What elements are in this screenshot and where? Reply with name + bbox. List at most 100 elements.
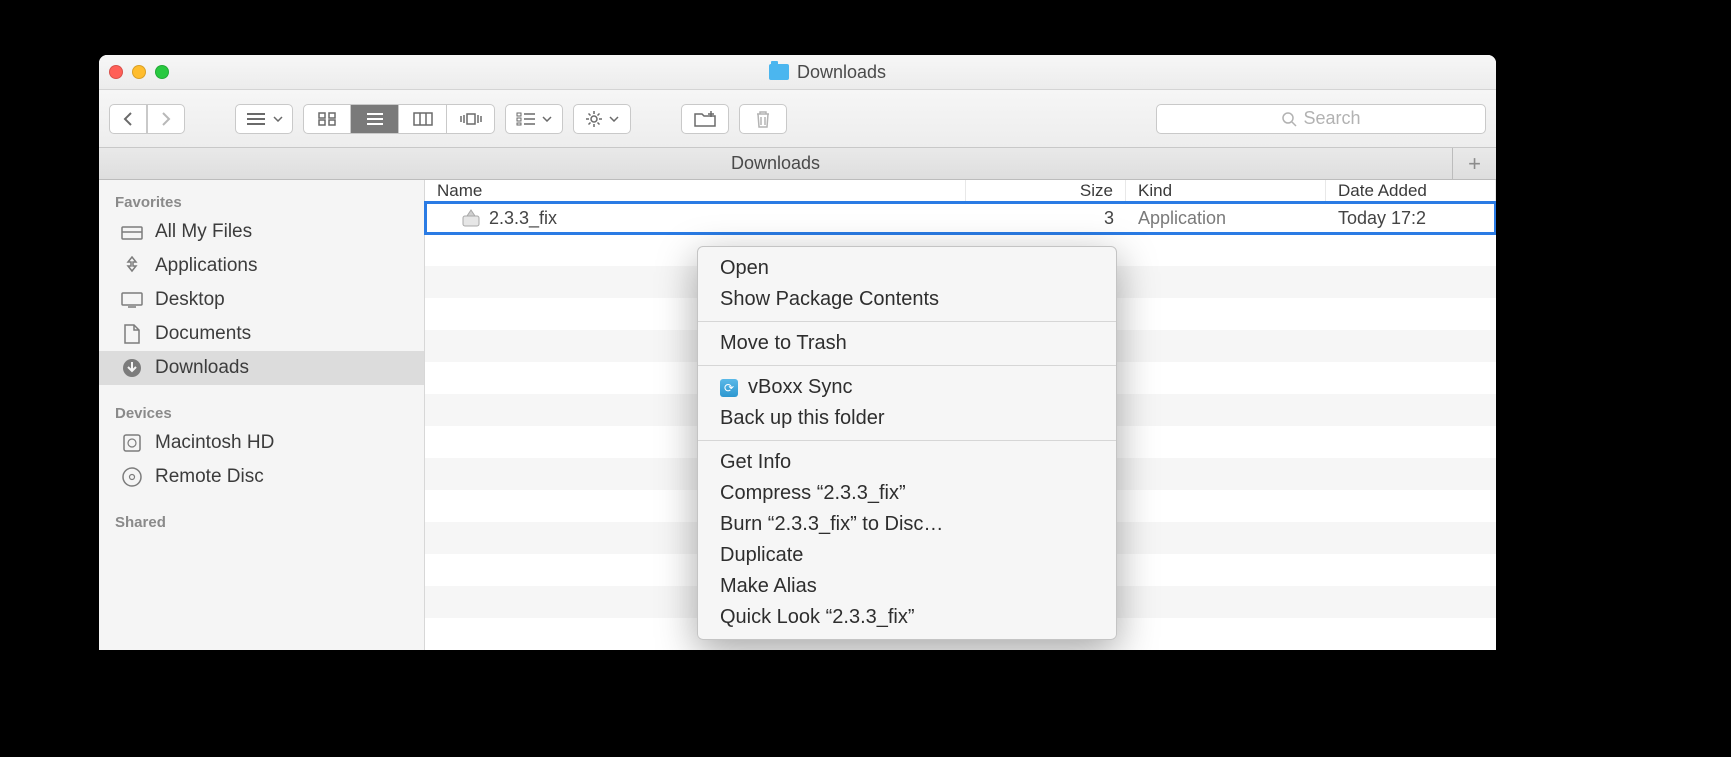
view-mode-segment — [303, 104, 495, 134]
ctx-vboxx-sync[interactable]: ⟳vBoxx Sync — [698, 372, 1116, 403]
back-button[interactable] — [109, 104, 147, 134]
window-title: Downloads — [797, 62, 886, 83]
sidebar-item-desktop[interactable]: Desktop — [99, 283, 424, 317]
new-folder-button[interactable] — [681, 104, 729, 134]
arrange-button[interactable] — [505, 104, 563, 134]
coverflow-view-button[interactable] — [447, 104, 495, 134]
sidebar-item-label: Downloads — [155, 357, 249, 379]
ctx-label: Burn “2.3.3_fix” to Disc… — [720, 513, 943, 536]
documents-icon — [121, 324, 143, 344]
ctx-label: Duplicate — [720, 544, 803, 567]
ctx-separator — [698, 440, 1116, 441]
sidebar-item-label: Desktop — [155, 289, 225, 311]
ctx-separator — [698, 321, 1116, 322]
search-field[interactable]: Search — [1156, 104, 1486, 134]
column-headers: Name Size Kind Date Added — [425, 180, 1496, 202]
all-my-files-icon — [121, 222, 143, 242]
sidebar: Favorites All My Files Applications Desk… — [99, 180, 425, 650]
ctx-label: vBoxx Sync — [748, 376, 852, 399]
sidebar-item-remote-disc[interactable]: Remote Disc — [99, 460, 424, 494]
ctx-label: Make Alias — [720, 575, 817, 598]
search-icon — [1281, 111, 1297, 127]
ctx-burn-to-disc[interactable]: Burn “2.3.3_fix” to Disc… — [698, 509, 1116, 540]
downloads-icon — [121, 358, 143, 378]
new-folder-icon — [694, 111, 716, 127]
arrange-icon — [516, 112, 536, 126]
trash-button[interactable] — [739, 104, 787, 134]
toolbar: Search — [99, 90, 1496, 148]
ctx-make-alias[interactable]: Make Alias — [698, 571, 1116, 602]
sidebar-item-macintosh-hd[interactable]: Macintosh HD — [99, 426, 424, 460]
chevron-down-icon — [273, 116, 283, 122]
context-menu: Open Show Package Contents Move to Trash… — [697, 246, 1117, 640]
sidebar-item-label: Remote Disc — [155, 466, 264, 488]
ctx-label: Quick Look “2.3.3_fix” — [720, 606, 915, 629]
grid-icon — [318, 112, 336, 126]
coverflow-icon — [460, 112, 482, 126]
minimize-button[interactable] — [132, 65, 146, 79]
chevron-down-icon — [609, 116, 619, 122]
list-view-button[interactable] — [351, 104, 399, 134]
downloads-folder-icon — [769, 64, 789, 80]
pathbar: Downloads + — [99, 148, 1496, 180]
add-tab-button[interactable]: + — [1452, 148, 1496, 179]
column-name[interactable]: Name — [425, 180, 966, 201]
column-size[interactable]: Size — [966, 180, 1126, 201]
file-name: 2.3.3_fix — [489, 208, 557, 229]
sidebar-toggle-button[interactable] — [235, 104, 293, 134]
desktop-icon — [121, 290, 143, 310]
traffic-lights — [109, 65, 169, 79]
maximize-button[interactable] — [155, 65, 169, 79]
hdd-icon — [121, 433, 143, 453]
column-view-button[interactable] — [399, 104, 447, 134]
gear-icon — [585, 110, 603, 128]
ctx-label: Show Package Contents — [720, 288, 939, 311]
ctx-separator — [698, 365, 1116, 366]
action-button[interactable] — [573, 104, 631, 134]
file-row[interactable]: 2.3.3_fix 3 Application Today 17:2 — [425, 202, 1496, 234]
titlebar: Downloads — [99, 55, 1496, 90]
ctx-move-to-trash[interactable]: Move to Trash — [698, 328, 1116, 359]
chevron-right-icon — [160, 111, 172, 127]
column-date-added[interactable]: Date Added — [1326, 180, 1496, 201]
ctx-label: Compress “2.3.3_fix” — [720, 482, 906, 505]
list-icon — [366, 112, 384, 126]
trash-icon — [755, 110, 771, 128]
close-button[interactable] — [109, 65, 123, 79]
sidebar-item-label: All My Files — [155, 221, 252, 243]
path-label: Downloads — [99, 153, 1452, 174]
ctx-duplicate[interactable]: Duplicate — [698, 540, 1116, 571]
ctx-label: Move to Trash — [720, 332, 847, 355]
ctx-compress[interactable]: Compress “2.3.3_fix” — [698, 478, 1116, 509]
ctx-quick-look[interactable]: Quick Look “2.3.3_fix” — [698, 602, 1116, 633]
finder-window: Downloads — [99, 55, 1496, 650]
file-kind: Application — [1126, 208, 1326, 229]
disc-icon — [121, 467, 143, 487]
ctx-show-package-contents[interactable]: Show Package Contents — [698, 284, 1116, 315]
sidebar-item-label: Macintosh HD — [155, 432, 274, 454]
file-date: Today 17:2 — [1326, 208, 1496, 229]
chevron-left-icon — [122, 111, 134, 127]
sidebar-item-applications[interactable]: Applications — [99, 249, 424, 283]
chevron-down-icon — [542, 116, 552, 122]
column-kind[interactable]: Kind — [1126, 180, 1326, 201]
ctx-open[interactable]: Open — [698, 253, 1116, 284]
ctx-get-info[interactable]: Get Info — [698, 447, 1116, 478]
icon-view-button[interactable] — [303, 104, 351, 134]
sidebar-item-downloads[interactable]: Downloads — [99, 351, 424, 385]
list-lines-icon — [245, 112, 267, 126]
ctx-label: Back up this folder — [720, 407, 885, 430]
sidebar-item-label: Documents — [155, 323, 251, 345]
forward-button[interactable] — [147, 104, 185, 134]
ctx-label: Get Info — [720, 451, 791, 474]
search-placeholder: Search — [1303, 108, 1360, 129]
sidebar-item-label: Applications — [155, 255, 257, 277]
ctx-backup-folder[interactable]: Back up this folder — [698, 403, 1116, 434]
sidebar-header-favorites: Favorites — [99, 188, 424, 215]
applications-icon — [121, 256, 143, 276]
sidebar-header-devices: Devices — [99, 399, 424, 426]
ctx-label: Open — [720, 257, 769, 280]
file-size: 3 — [966, 208, 1126, 229]
sidebar-item-documents[interactable]: Documents — [99, 317, 424, 351]
sidebar-item-all-my-files[interactable]: All My Files — [99, 215, 424, 249]
